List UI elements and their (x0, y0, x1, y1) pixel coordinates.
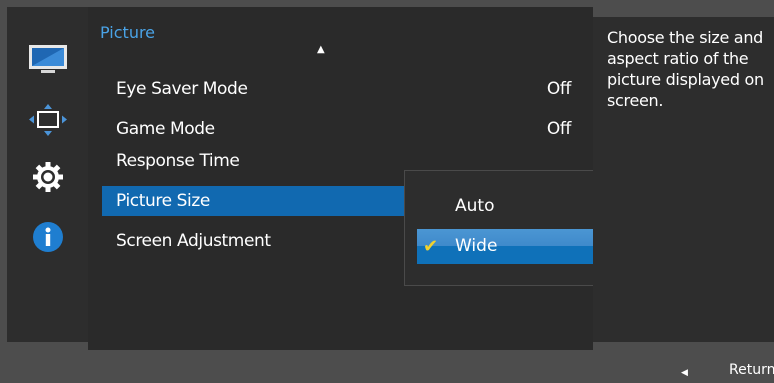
footer-bar (0, 350, 774, 383)
menu-item-label: Picture Size (116, 191, 210, 211)
picture-menu-icon[interactable] (25, 39, 71, 79)
menu-item-game-mode[interactable]: Game Mode Off (102, 114, 571, 144)
monitor-osd-frame: Picture ▲ Eye Saver Mode Off Game Mode O… (0, 0, 774, 383)
return-button[interactable]: Return (729, 362, 774, 378)
category-sidebar (7, 7, 88, 342)
menu-item-label: Eye Saver Mode (116, 79, 248, 99)
position-icon[interactable] (25, 100, 71, 140)
submenu-item-label: Auto (455, 196, 495, 216)
menu-item-label: Screen Adjustment (116, 231, 271, 251)
menu-item-value: Off (546, 79, 572, 99)
checkmark-icon: ✔ (423, 236, 439, 257)
scroll-up-arrow-icon[interactable]: ▲ (317, 44, 325, 55)
picture-menu-panel: Picture ▲ Eye Saver Mode Off Game Mode O… (88, 7, 668, 350)
submenu-item-label: Wide (455, 236, 498, 256)
menu-item-value: Off (546, 119, 572, 139)
menu-title: Picture (100, 23, 156, 42)
information-icon[interactable] (25, 217, 71, 257)
menu-item-label: Game Mode (116, 119, 215, 139)
menu-item-eye-saver-mode[interactable]: Eye Saver Mode Off (102, 74, 571, 104)
return-arrow-icon[interactable]: ◀ (681, 368, 688, 378)
system-gear-icon[interactable] (25, 157, 71, 197)
help-panel: Choose the size and aspect ratio of the … (593, 17, 774, 342)
help-text: Choose the size and aspect ratio of the … (607, 28, 764, 110)
menu-item-label: Response Time (116, 151, 240, 171)
